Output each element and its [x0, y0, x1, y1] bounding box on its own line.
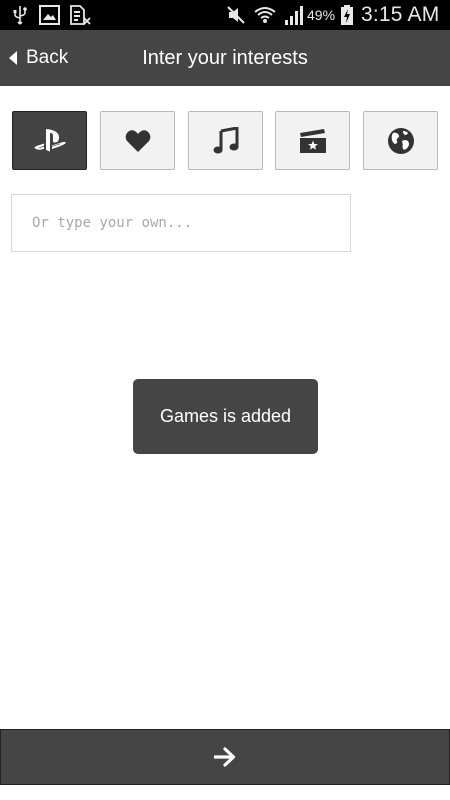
screen: 49% 3:15 AM Back Inter your interests Or…	[0, 0, 450, 800]
clock: 3:15 AM	[361, 3, 440, 26]
bottom-strip	[0, 785, 450, 800]
next-button[interactable]	[0, 729, 450, 785]
battery-charging-icon	[341, 5, 353, 25]
globe-icon	[387, 127, 414, 154]
category-row	[12, 111, 438, 170]
usb-icon	[13, 6, 27, 25]
back-button[interactable]: Back	[0, 30, 90, 86]
battery-percent: 49%	[307, 7, 336, 23]
arrow-right-icon	[214, 747, 236, 767]
back-arrow-icon	[9, 51, 17, 65]
category-games-button[interactable]	[12, 111, 87, 170]
own-interest-input[interactable]	[11, 194, 351, 252]
mute-icon	[227, 6, 245, 24]
gallery-icon	[39, 5, 60, 25]
toast-message: Games is added	[133, 379, 318, 454]
sim-error-icon	[70, 5, 91, 25]
toast-text: Games is added	[159, 406, 292, 426]
category-world-button[interactable]	[363, 111, 438, 170]
film-star-icon	[299, 128, 326, 153]
category-movies-button[interactable]	[275, 111, 350, 170]
category-love-button[interactable]	[100, 111, 175, 170]
wifi-icon	[254, 7, 276, 23]
heart-icon	[125, 129, 150, 152]
music-note-icon	[213, 126, 238, 153]
status-bar: 49% 3:15 AM	[0, 0, 450, 30]
playstation-icon	[34, 128, 66, 151]
action-bar: Back Inter your interests	[0, 30, 450, 86]
signal-icon	[285, 6, 303, 25]
back-label: Back	[26, 47, 69, 68]
category-music-button[interactable]	[188, 111, 263, 170]
